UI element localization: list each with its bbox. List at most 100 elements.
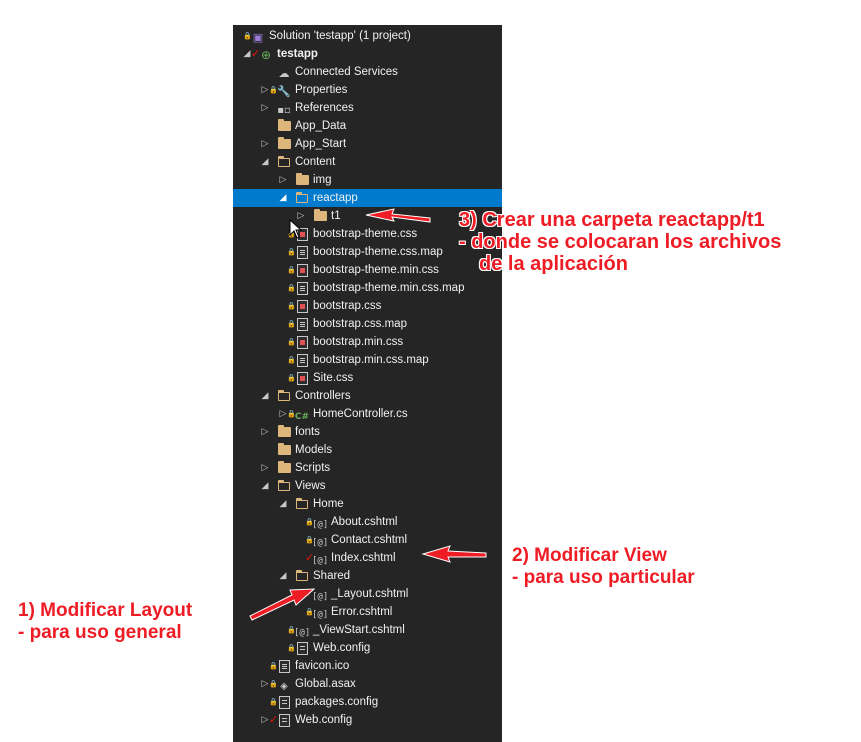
cloud-icon: ☁ (278, 67, 290, 80)
expand-arrow-icon[interactable]: ▷ (260, 135, 270, 153)
annotation-step-2-line-2: - para uso particular (512, 567, 695, 588)
file-icon (294, 279, 310, 297)
lock-icon: 🔒 (305, 518, 314, 526)
lock-icon: 🔒 (287, 320, 296, 328)
tree-item-testapp[interactable]: ◢ ✓ ⊕ testapp (233, 45, 502, 63)
collapse-arrow-icon[interactable]: ◢ (260, 477, 270, 495)
collapse-arrow-icon[interactable]: ◢ (260, 153, 270, 171)
tree-item-label: Controllers (295, 390, 351, 402)
tree-item-label: bootstrap.css.map (313, 318, 407, 330)
tree-item-web-config[interactable]: 🔒 Web.config (233, 639, 502, 657)
folder-open-icon (294, 495, 310, 513)
tree-item-about-cshtml[interactable]: 🔒 [@] About.cshtml (233, 513, 502, 531)
collapse-arrow-icon[interactable]: ◢ (278, 567, 288, 585)
tree-item-label: t1 (331, 210, 341, 222)
tree-item-label: bootstrap-theme.css.map (313, 246, 443, 258)
tree-item-bootstrap-css-map[interactable]: 🔒 bootstrap.css.map (233, 315, 502, 333)
tree-item-label: Home (313, 498, 344, 510)
tree-item-label: About.cshtml (331, 516, 398, 528)
tree-item-bootstrap-theme-min-css-map[interactable]: 🔒 bootstrap-theme.min.css.map (233, 279, 502, 297)
tree-item-label: bootstrap-theme.min.css (313, 264, 439, 276)
lock-icon: 🔒 (287, 410, 296, 418)
tree-item-label: Connected Services (295, 66, 398, 78)
wrench-icon: 🔧 (277, 85, 291, 98)
expand-arrow-icon[interactable]: ▷ (260, 459, 270, 477)
tree-item-label: bootstrap.min.css (313, 336, 404, 348)
globe-icon: ⊕ (260, 48, 272, 62)
tree-item-favicon-ico[interactable]: 🔒 favicon.ico (233, 657, 502, 675)
tree-item-label: Scripts (295, 462, 331, 474)
config-icon (276, 693, 292, 711)
expand-arrow-icon[interactable]: ▷ (260, 99, 270, 117)
tree-item-packages-config[interactable]: 🔒 packages.config (233, 693, 502, 711)
lock-icon: 🔒 (269, 86, 278, 94)
tree-item-global-asax[interactable]: ▷ 🔒 ◈ Global.asax (233, 675, 502, 693)
tree-item-scripts[interactable]: ▷ Scripts (233, 459, 502, 477)
lock-icon: 🔒 (287, 248, 296, 256)
tree-item-img[interactable]: ▷ img (233, 171, 502, 189)
tree-item-properties[interactable]: ▷ 🔒 🔧 Properties (233, 81, 502, 99)
tree-item-controllers[interactable]: ◢ Controllers (233, 387, 502, 405)
annotation-step-3-line-1: 3) Crear una carpeta reactapp/t1 (459, 209, 765, 231)
file-icon (294, 315, 310, 333)
tree-item-web-config[interactable]: ▷ ✓ Web.config (233, 711, 502, 729)
file-icon (294, 243, 310, 261)
tree-item-label: Web.config (313, 642, 371, 654)
folder-open-icon (276, 477, 292, 495)
tree-item-connected-services[interactable]: ☁ Connected Services (233, 63, 502, 81)
tree-item-references[interactable]: ▷ ▪▫ References (233, 99, 502, 117)
expand-arrow-icon[interactable]: ▷ (260, 423, 270, 441)
mouse-cursor-icon (289, 219, 303, 239)
tree-item-label: App_Start (295, 138, 347, 150)
tree-item-label: bootstrap-theme.min.css.map (313, 282, 465, 294)
tree-item-label: img (313, 174, 332, 186)
tree-item-label: Web.config (295, 714, 353, 726)
collapse-arrow-icon[interactable]: ◢ (278, 495, 288, 513)
tree-item-index-cshtml[interactable]: ✓ [@] Index.cshtml (233, 549, 502, 567)
lock-icon: 🔒 (305, 536, 314, 544)
tree-item-models[interactable]: Models (233, 441, 502, 459)
file-icon (294, 351, 310, 369)
tree-item-label: Views (295, 480, 326, 492)
tree-item-label: App_Data (295, 120, 347, 132)
razor-icon: [@] (312, 520, 329, 530)
tree-item-fonts[interactable]: ▷ fonts (233, 423, 502, 441)
tree-item-views[interactable]: ◢ Views (233, 477, 502, 495)
tree-item-app-start[interactable]: ▷ App_Start (233, 135, 502, 153)
tree-item-bootstrap-css[interactable]: 🔒 bootstrap.css (233, 297, 502, 315)
tree-item-app-data[interactable]: App_Data (233, 117, 502, 135)
solution-icon: ▣ (252, 31, 264, 44)
tree-item-solution-testapp-1-project[interactable]: 🔒 ▣ Solution 'testapp' (1 project) (233, 27, 502, 45)
tree-item-content[interactable]: ◢ Content (233, 153, 502, 171)
tree-item-bootstrap-min-css[interactable]: 🔒 bootstrap.min.css (233, 333, 502, 351)
css-icon (294, 297, 310, 315)
folder-icon (276, 441, 292, 459)
tree-item-shared[interactable]: ◢ Shared (233, 567, 502, 585)
tree-item-label: Solution 'testapp' (1 project) (269, 30, 411, 42)
tree-item-site-css[interactable]: 🔒 Site.css (233, 369, 502, 387)
folder-icon (276, 423, 292, 441)
tree-item-layout-cshtml[interactable]: ✓ [@] _Layout.cshtml (233, 585, 502, 603)
tree-item-label: Site.css (313, 372, 354, 384)
tree-item-error-cshtml[interactable]: 🔒 [@] Error.cshtml (233, 603, 502, 621)
collapse-arrow-icon[interactable]: ◢ (260, 387, 270, 405)
annotation-step-2-line-1: 2) Modificar View (512, 545, 667, 566)
folder-icon (276, 135, 292, 153)
tree-item-contact-cshtml[interactable]: 🔒 [@] Contact.cshtml (233, 531, 502, 549)
tree-item-viewstart-cshtml[interactable]: 🔒 [@] _ViewStart.cshtml (233, 621, 502, 639)
file-icon (276, 657, 292, 675)
tree-item-homecontroller-cs[interactable]: ▷ 🔒 C# HomeController.cs (233, 405, 502, 423)
tree-item-label: favicon.ico (295, 660, 350, 672)
lock-icon: 🔒 (287, 302, 296, 310)
tree-item-reactapp[interactable]: ◢ reactapp (233, 189, 502, 207)
lock-icon: 🔒 (243, 32, 252, 40)
tree-item-label: Models (295, 444, 333, 456)
collapse-arrow-icon[interactable]: ◢ (278, 189, 288, 207)
tree-item-home[interactable]: ◢ Home (233, 495, 502, 513)
checked-out-icon: ✓ (269, 713, 279, 726)
tree-item-label: Properties (295, 84, 348, 96)
tree-item-label: Contact.cshtml (331, 534, 408, 546)
tree-item-bootstrap-min-css-map[interactable]: 🔒 bootstrap.min.css.map (233, 351, 502, 369)
tree-item-label: reactapp (313, 192, 358, 204)
expand-arrow-icon[interactable]: ▷ (278, 171, 288, 189)
